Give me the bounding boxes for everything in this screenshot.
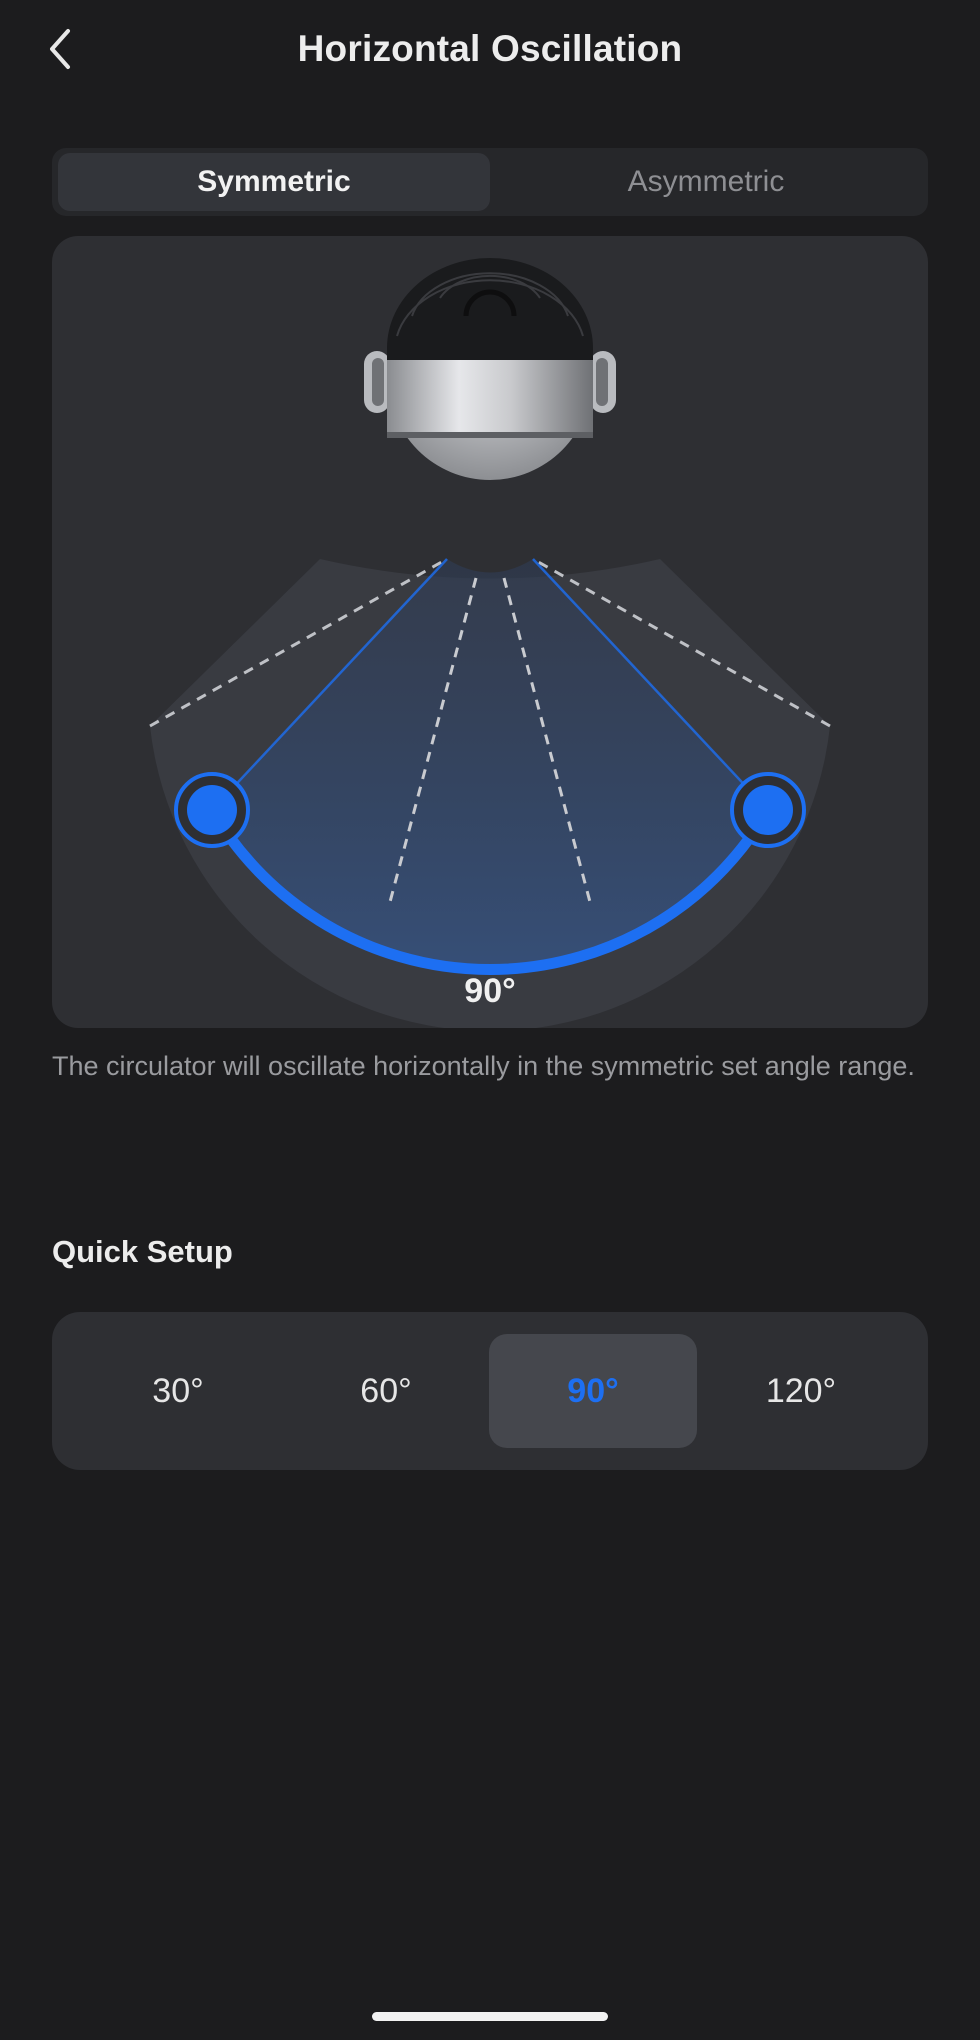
mode-segmented-control: Symmetric Asymmetric [52,148,928,216]
mode-description: The circulator will oscillate horizontal… [52,1051,915,1081]
home-indicator[interactable] [372,2012,608,2021]
right-angle-handle[interactable] [730,772,806,848]
tab-asymmetric[interactable]: Asymmetric [490,153,922,211]
header: Horizontal Oscillation [0,0,980,104]
quick-option-30[interactable]: 30° [74,1334,282,1448]
tab-symmetric[interactable]: Symmetric [58,153,490,211]
left-angle-handle[interactable] [174,772,250,848]
fan-circulator-icon [364,258,616,480]
quick-option-120[interactable]: 120° [697,1334,905,1448]
oscillation-visualizer: 90° [52,236,928,1028]
page-title: Horizontal Oscillation [297,28,683,69]
angle-value-label: 90° [464,972,516,1010]
quick-setup-title: Quick Setup [52,1234,233,1269]
quick-setup-panel: 30° 60° 90° 120° [52,1312,928,1470]
quick-option-90[interactable]: 90° [489,1334,697,1448]
quick-option-60[interactable]: 60° [282,1334,490,1448]
